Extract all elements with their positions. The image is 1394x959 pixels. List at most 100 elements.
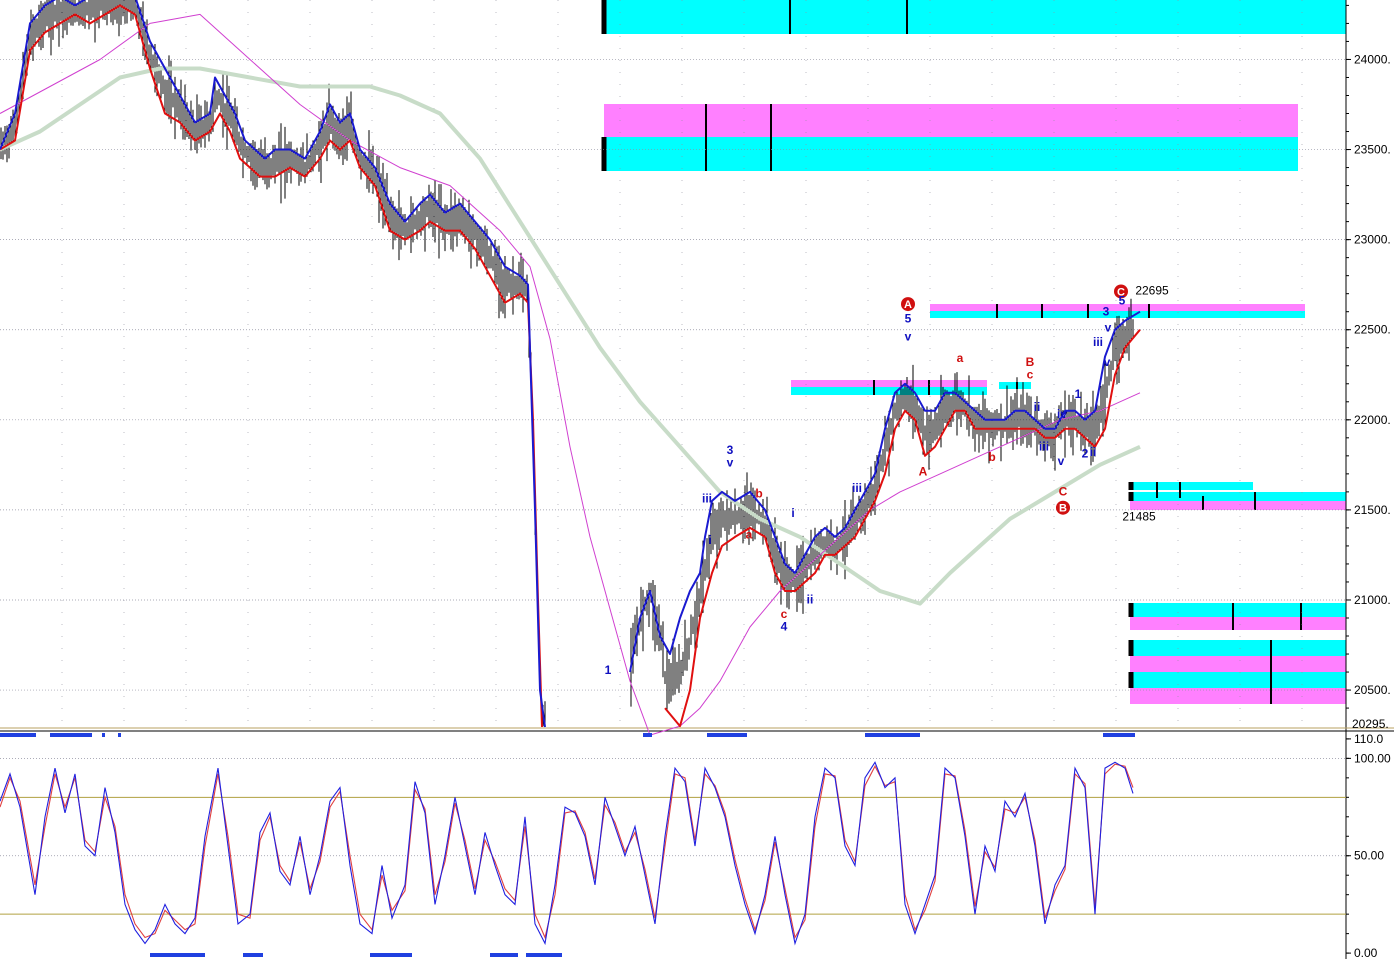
projection-zone [1130, 617, 1346, 630]
projection-zone [1130, 492, 1346, 501]
wave-label: iii [702, 492, 712, 506]
wave-label: A [904, 299, 912, 311]
y-tick-label: 20500. [1354, 683, 1391, 697]
projection-zone [604, 104, 1298, 137]
wave-label: iii [1039, 439, 1049, 453]
projection-zones [601, 0, 1346, 704]
wave-label: 1 [605, 663, 612, 677]
projection-zone [791, 380, 987, 387]
wave-label: 5 [1119, 293, 1126, 307]
stoch-line-d [0, 763, 1134, 940]
zone-tick [1128, 492, 1134, 501]
zone-tick [705, 104, 707, 171]
zone-tick [873, 380, 875, 395]
projection-zone [999, 382, 1031, 389]
zone-tick [1128, 672, 1134, 688]
projection-zone [604, 0, 1346, 34]
stoch-tick-label: 50.00 [1354, 849, 1384, 863]
y-tick-label: 21000. [1354, 593, 1391, 607]
stoch-tick-label: 100.00 [1354, 751, 1391, 765]
wave-label: C [1059, 484, 1068, 498]
zone-tick [601, 0, 607, 34]
zone-tick [928, 380, 930, 395]
signal-marker [150, 953, 205, 957]
wave-label: 2 [1082, 447, 1089, 461]
wave-label: v [1058, 454, 1065, 468]
wave-label: iii [852, 481, 862, 495]
y-tick-label: 23500. [1354, 143, 1391, 157]
signal-marker [490, 953, 518, 957]
wave-label: v [1105, 321, 1112, 335]
wave-label: 1 [1075, 387, 1082, 401]
wave-label: 4 [781, 620, 788, 634]
wave-label: 5 [905, 312, 912, 326]
wave-label: v [905, 330, 912, 344]
wave-label: b [755, 486, 762, 500]
y-bottom-label: 20295. [1352, 717, 1389, 731]
wave-label: v [1104, 355, 1111, 369]
zone-tick [770, 104, 772, 171]
projection-zone [1130, 672, 1346, 688]
wave-label: i [791, 506, 794, 520]
zone-tick [996, 304, 998, 318]
zone-tick [1300, 603, 1302, 630]
wave-label: 22695 [1135, 284, 1169, 298]
projection-zone [1130, 482, 1253, 490]
signal-marker [118, 733, 121, 737]
wave-label: v [727, 456, 734, 470]
zone-tick [789, 0, 791, 34]
wave-label: a [746, 528, 753, 542]
y-tick-label: 24000. [1354, 52, 1391, 66]
series-slow-band [0, 4, 543, 728]
projection-zone [1130, 656, 1346, 672]
wave-labels: A5vC 2269553viiiva Bcbiiiiii3vaiic4iiAbiv1… [605, 284, 1169, 677]
wave-label: c [1027, 367, 1034, 381]
wave-label: iii [1093, 335, 1103, 349]
projection-zone [604, 137, 1298, 171]
signal-marker [370, 953, 412, 957]
projection-zone [930, 304, 1305, 311]
wave-label: ii [1090, 445, 1097, 459]
zone-tick [1232, 603, 1234, 630]
price-y-axis: 24000. 23500. 23000. 22500. 22000. 21500. 2100… [1346, 4, 1391, 731]
signal-marker [50, 733, 92, 737]
signal-marker [865, 733, 920, 737]
zone-tick [1270, 640, 1272, 704]
zone-tick [1041, 304, 1043, 318]
wave-label: b [988, 450, 995, 464]
y-tick-label: 21500. [1354, 503, 1391, 517]
wave-label: ii [807, 593, 814, 607]
stoch-tick-label: 110.0 [1354, 732, 1383, 746]
signal-marker [643, 733, 652, 737]
stoch-line-k [0, 761, 1134, 946]
signal-marker [1103, 733, 1135, 737]
zone-tick [906, 0, 908, 34]
y-tick-label: 23000. [1354, 233, 1391, 247]
zone-tick [1202, 496, 1204, 510]
projection-zone [1130, 640, 1346, 656]
series-fast-band [0, 0, 546, 728]
wave-label: 3 [1103, 304, 1110, 318]
zone-tick [1128, 603, 1134, 617]
chart: A5vC 2269553viiiva Bcbiiiiii3vaiic4iiAbiv1… [0, 0, 1394, 959]
stochastic-panel [0, 758, 1346, 946]
stoch-tick-label: 0.00 [1354, 946, 1378, 959]
zone-tick [1128, 640, 1134, 656]
zone-tick [1156, 482, 1158, 498]
wave-label: 21485 [1122, 510, 1156, 524]
zone-tick [1148, 304, 1150, 318]
signal-markers [0, 733, 1135, 957]
zone-tick [1087, 304, 1089, 318]
zone-tick [1179, 482, 1181, 498]
signal-marker [707, 733, 747, 737]
zone-tick [601, 137, 607, 171]
y-tick-label: 22000. [1354, 413, 1391, 427]
stochastic-y-axis: 110.0 100.00 50.00 0.00 [1346, 732, 1391, 959]
y-tick-label: 22500. [1354, 323, 1391, 337]
zone-tick [1254, 492, 1256, 510]
wave-label: B [1059, 503, 1067, 515]
wave-label: i [708, 533, 711, 547]
signal-marker [526, 953, 562, 957]
projection-zone [1130, 603, 1346, 617]
signal-marker [102, 733, 105, 737]
